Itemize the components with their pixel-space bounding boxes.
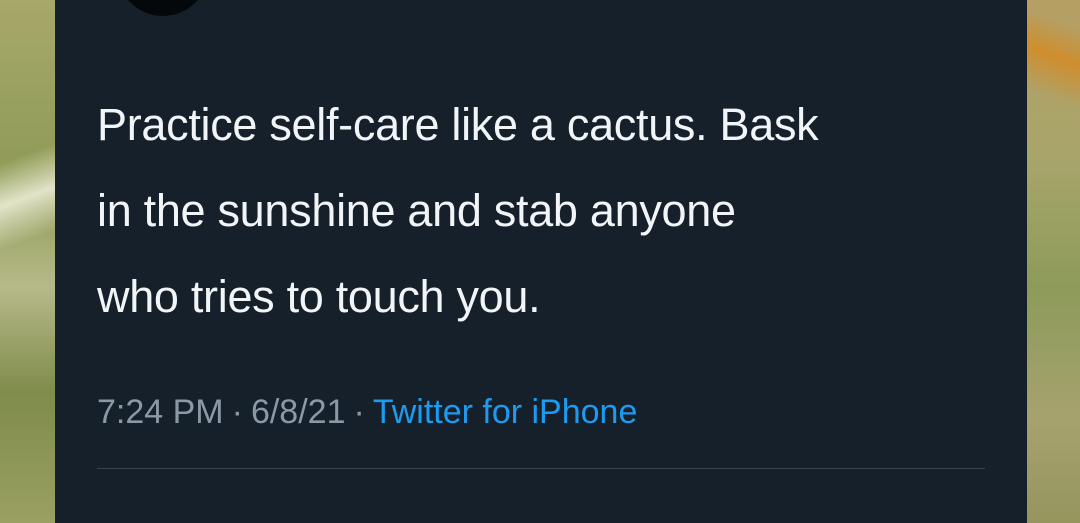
meta-separator: · [231, 393, 243, 431]
background-photo-right [1020, 0, 1080, 523]
tweet-card: Practice self-care like a cactus. Bask i… [55, 0, 1027, 523]
meta-separator: · [353, 393, 365, 431]
background-photo-left [0, 0, 60, 523]
tweet-date[interactable]: 6/8/21 [251, 393, 346, 431]
tweet-time[interactable]: 7:24 PM [97, 393, 224, 431]
avatar[interactable] [117, 0, 209, 16]
tweet-meta: 7:24 PM · 6/8/21 · Twitter for iPhone [97, 390, 637, 434]
tweet-source-link[interactable]: Twitter for iPhone [373, 393, 638, 431]
tweet-text: Practice self-care like a cactus. Bask i… [97, 99, 819, 322]
divider [97, 468, 985, 469]
